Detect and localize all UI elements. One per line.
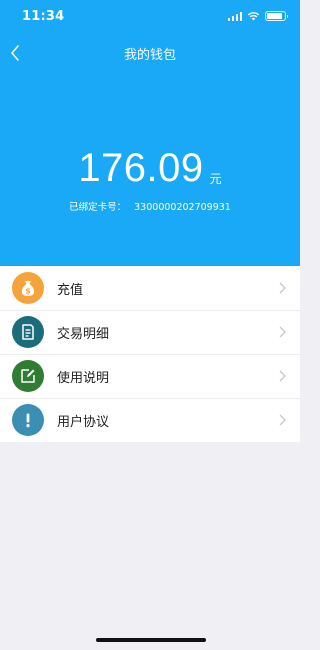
nav-bar: 我的钱包 xyxy=(0,38,300,68)
menu-item-instructions[interactable]: 使用说明 xyxy=(0,354,300,398)
balance-amount: 176.09 xyxy=(78,146,204,190)
status-bar: 11:34 xyxy=(0,0,300,34)
menu-label-user-agreement: 用户协议 xyxy=(57,414,110,430)
edit-icon xyxy=(12,360,44,392)
battery-fill xyxy=(267,13,283,19)
card-label: 已绑定卡号： xyxy=(69,202,127,213)
card-number: 3300000202709931 xyxy=(134,202,231,213)
page-title: 我的钱包 xyxy=(123,48,176,63)
cellular-signal-icon xyxy=(227,11,242,21)
battery-icon xyxy=(265,11,288,21)
menu-label-recharge: 充值 xyxy=(57,282,84,298)
info-icon xyxy=(12,404,44,436)
document-icon xyxy=(12,316,44,348)
balance-display: 176.09 元 xyxy=(0,146,300,190)
bound-card-info: 已绑定卡号： 3300000202709931 xyxy=(0,199,300,213)
balance-unit: 元 xyxy=(209,172,222,186)
wallet-header: 11:34 我的钱包 176.09 元 已绑定卡号： 3300000202709… xyxy=(0,0,300,266)
wifi-icon xyxy=(247,12,260,21)
home-indicator[interactable] xyxy=(96,638,206,642)
chevron-right-icon xyxy=(272,282,292,294)
money-bag-icon: $ xyxy=(12,272,44,304)
menu-item-user-agreement[interactable]: 用户协议 xyxy=(0,398,300,442)
chevron-right-icon xyxy=(272,414,292,426)
menu-label-instructions: 使用说明 xyxy=(57,370,110,386)
svg-text:$: $ xyxy=(25,287,31,296)
chevron-right-icon xyxy=(272,326,292,338)
menu-item-recharge[interactable]: $ 充值 xyxy=(0,266,300,310)
status-icons xyxy=(227,11,288,21)
menu-label-transactions: 交易明细 xyxy=(57,326,110,342)
wallet-menu: $ 充值 交易明细 使用说明 用户协议 xyxy=(0,266,300,442)
chevron-right-icon xyxy=(272,370,292,382)
menu-item-transactions[interactable]: 交易明细 xyxy=(0,310,300,354)
status-time: 11:34 xyxy=(22,9,65,24)
